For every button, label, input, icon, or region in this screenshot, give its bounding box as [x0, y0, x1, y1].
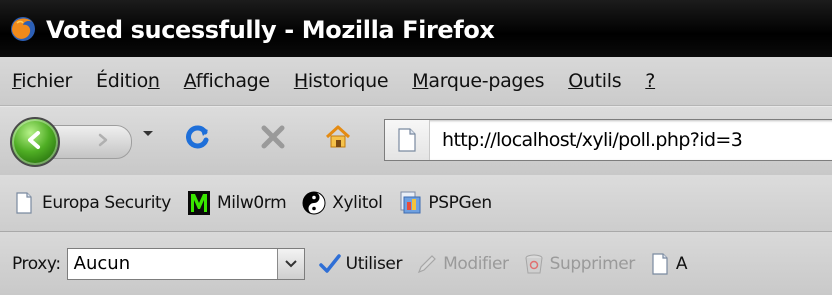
forward-arrow-icon [95, 132, 111, 152]
bookmarks-toolbar: Europa Security Milw0rm Xylitol PSPGen [0, 175, 832, 232]
window-title: Voted sucessfully - Mozilla Firefox [46, 15, 495, 44]
proxy-add-label: A [675, 253, 688, 274]
proxy-use-button[interactable]: Utiliser [318, 252, 403, 276]
forward-button[interactable] [52, 125, 132, 159]
yin-yang-icon [302, 190, 326, 216]
bookmark-label: Milw0rm [216, 193, 287, 213]
title-bar: Voted sucessfully - Mozilla Firefox [0, 0, 832, 57]
bookmark-pspgen[interactable]: PSPGen [398, 190, 492, 216]
page-icon [649, 252, 671, 276]
proxy-edit-button[interactable]: Modifier [416, 252, 509, 276]
proxy-add-button[interactable]: A [649, 252, 688, 276]
bookmark-label: Europa Security [42, 193, 171, 213]
home-icon [324, 124, 352, 154]
back-button[interactable] [10, 117, 60, 167]
bookmark-label: PSPGen [428, 193, 492, 213]
page-icon [12, 190, 36, 216]
chevron-down-icon[interactable] [276, 248, 304, 279]
bookmark-label: Xylitol [332, 193, 383, 213]
trash-icon [523, 252, 545, 276]
pspgen-icon [398, 190, 422, 216]
menu-help[interactable]: ? [633, 70, 667, 92]
stop-icon [260, 124, 286, 154]
reload-button[interactable] [180, 121, 216, 157]
checkmark-icon [318, 252, 341, 276]
page-icon [385, 120, 430, 160]
proxy-use-label: Utiliser [345, 253, 403, 274]
milw0rm-icon [187, 190, 211, 216]
navigation-toolbar: http://localhost/xyli/poll.php?id=3 [0, 106, 832, 176]
menu-historique[interactable]: Historique [282, 70, 400, 92]
url-text: http://localhost/xyli/poll.php?id=3 [442, 129, 743, 151]
back-forward-group [10, 117, 150, 167]
proxy-edit-label: Modifier [443, 253, 509, 274]
home-button[interactable] [320, 121, 356, 157]
menu-outils[interactable]: Outils [556, 70, 633, 92]
reload-icon [184, 123, 212, 155]
pencil-icon [416, 252, 438, 276]
proxy-label: Proxy: [12, 253, 61, 274]
stop-button[interactable] [255, 121, 291, 157]
back-arrow-icon [24, 129, 46, 155]
history-dropdown[interactable] [138, 123, 158, 141]
firefox-window: Voted sucessfully - Mozilla Firefox Fich… [0, 0, 832, 295]
firefox-icon [8, 14, 38, 44]
proxy-select[interactable]: Aucun [66, 247, 305, 280]
proxy-delete-label: Supprimer [549, 253, 636, 274]
proxy-selected-value: Aucun [73, 253, 131, 274]
menu-marque-pages[interactable]: Marque-pages [400, 70, 556, 92]
menu-affichage[interactable]: Affichage [172, 70, 282, 92]
bookmark-europa-security[interactable]: Europa Security [12, 190, 171, 216]
chevron-down-icon [142, 123, 154, 142]
proxy-delete-button[interactable]: Supprimer [523, 252, 635, 276]
bookmark-milw0rm[interactable]: Milw0rm [187, 190, 287, 216]
address-bar[interactable]: http://localhost/xyli/poll.php?id=3 [384, 119, 832, 161]
menu-bar: Fichier Édition Affichage Historique Mar… [0, 57, 832, 106]
menu-edition[interactable]: Édition [84, 70, 172, 92]
menu-fichier[interactable]: Fichier [0, 70, 84, 92]
proxy-toolbar: Proxy: Aucun Utiliser Modifier Supprimer… [0, 232, 832, 295]
bookmark-xylitol[interactable]: Xylitol [302, 190, 383, 216]
